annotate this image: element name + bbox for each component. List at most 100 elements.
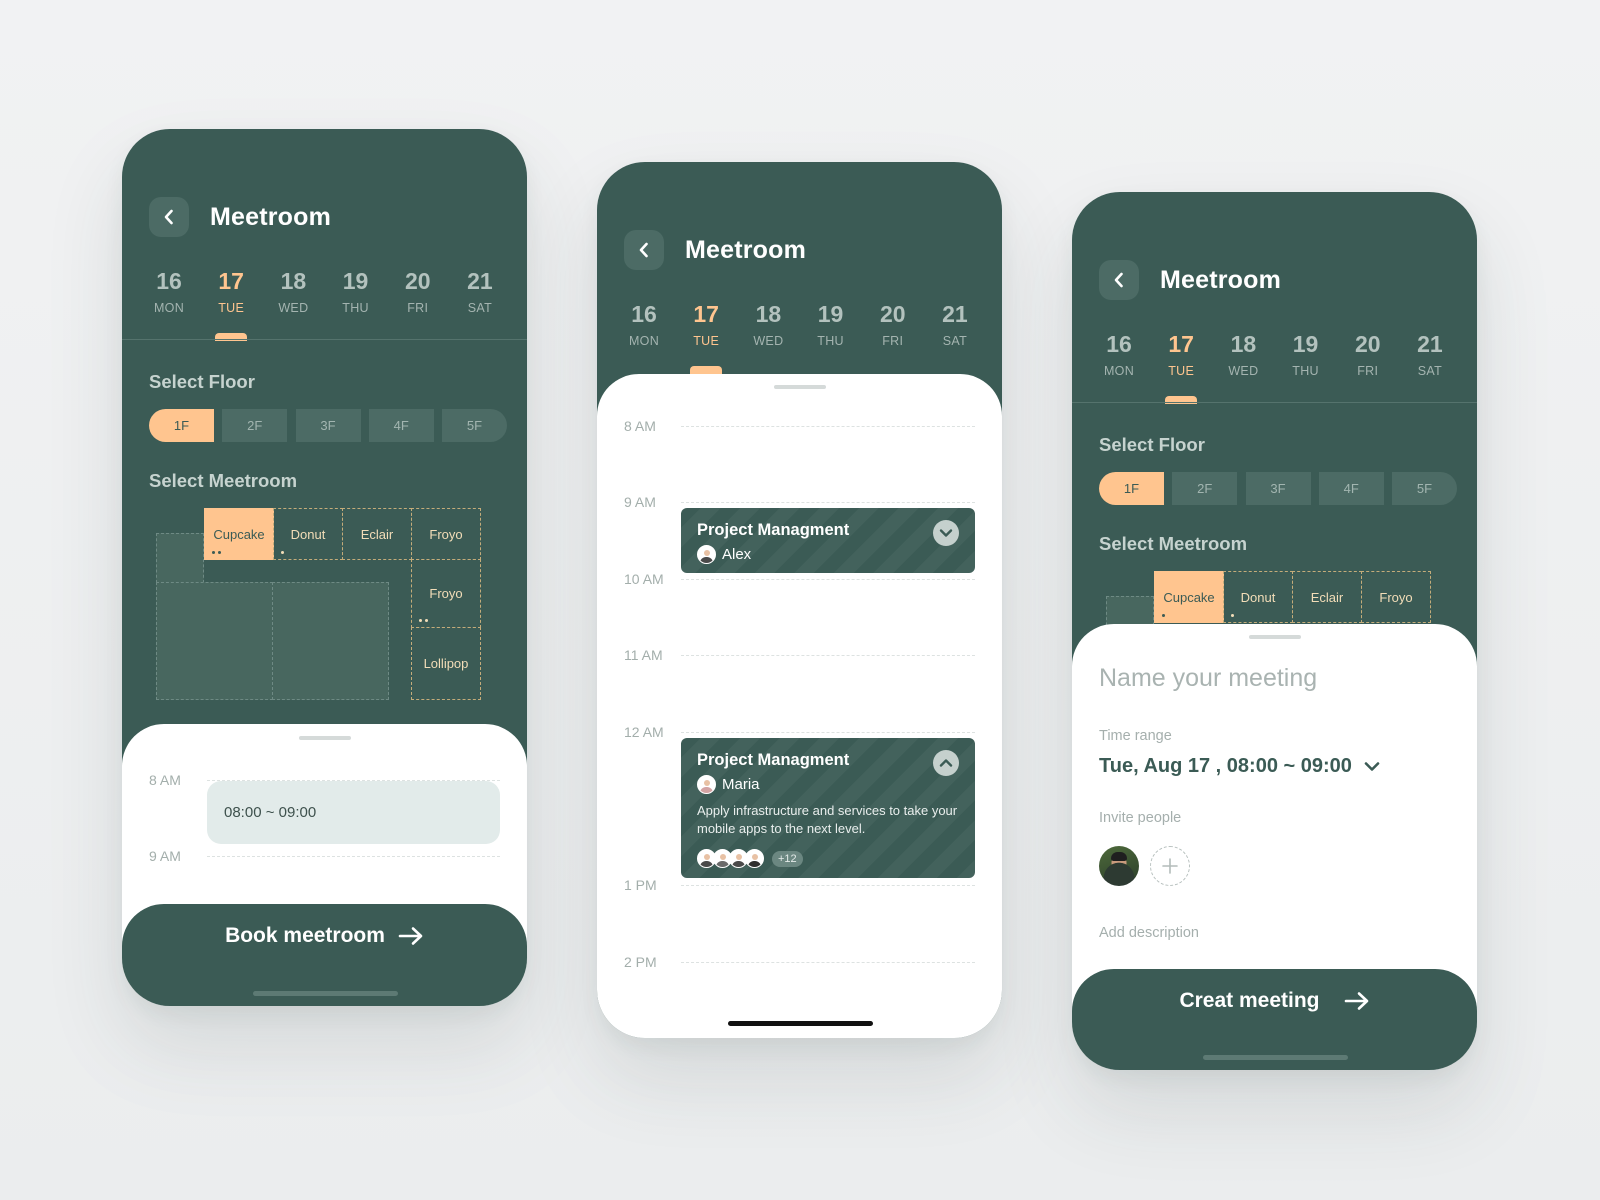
occupancy-dots — [212, 551, 221, 554]
add-person-button[interactable] — [1150, 846, 1190, 886]
sheet-grabber[interactable] — [773, 385, 826, 389]
time-gridline — [681, 655, 975, 656]
room-donut[interactable]: Donut — [273, 508, 343, 560]
day-number: 16 — [1106, 331, 1132, 357]
floor-2f[interactable]: 2F — [1172, 472, 1238, 505]
day-tue[interactable]: 17 TUE — [1150, 330, 1212, 404]
day-number: 16 — [631, 301, 657, 327]
divider — [122, 339, 527, 340]
room-donut[interactable]: Donut — [1223, 571, 1293, 623]
avatar[interactable] — [1099, 846, 1139, 886]
avatar — [697, 545, 716, 564]
back-button[interactable] — [149, 197, 189, 237]
day-number: 21 — [1417, 331, 1443, 357]
day-thu[interactable]: 19 THU — [325, 267, 387, 337]
day-tue[interactable]: 17 TUE — [675, 300, 737, 374]
day-sat[interactable]: 21 SAT — [924, 300, 986, 370]
event-card-collapsed[interactable]: Project Managment Alex — [681, 508, 975, 573]
floor-1f[interactable]: 1F — [1099, 472, 1164, 505]
phone-create-meeting: Meetroom 16 MON 17 TUE 18 WED 19 THU 20 FRI 2… — [1072, 192, 1477, 1070]
avatar — [697, 775, 716, 794]
floor-5f[interactable]: 5F — [442, 409, 507, 442]
arrow-right-icon — [398, 922, 424, 950]
home-indicator — [1202, 1055, 1348, 1060]
time-label: 11 AM — [624, 647, 663, 663]
day-mon[interactable]: 16 MON — [138, 267, 200, 337]
book-meetroom-button[interactable]: Book meetroom — [122, 904, 527, 1006]
app-title: Meetroom — [210, 202, 332, 231]
select-floor-title: Select Floor — [1099, 434, 1205, 455]
day-wed[interactable]: 18 WED — [262, 267, 324, 337]
sheet-grabber[interactable] — [1248, 635, 1301, 639]
expand-button[interactable] — [933, 520, 959, 546]
floor-3f[interactable]: 3F — [1245, 472, 1311, 505]
room-lollipop[interactable]: Lollipop — [411, 627, 481, 700]
day-tue[interactable]: 17 TUE — [200, 267, 262, 341]
floor-4f[interactable]: 4F — [368, 409, 434, 442]
floor-4f[interactable]: 4F — [1318, 472, 1384, 505]
day-fri[interactable]: 20 FRI — [1337, 330, 1399, 400]
floor-selector: 1F 2F 3F 4F 5F — [149, 409, 507, 442]
time-slot[interactable]: 08:00 ~ 09:00 — [207, 781, 500, 844]
day-thu[interactable]: 19 THU — [800, 300, 862, 370]
time-range-dropdown[interactable]: Tue, Aug 17 , 08:00 ~ 09:00 — [1099, 755, 1380, 778]
day-number: 21 — [942, 301, 968, 327]
sheet-grabber[interactable] — [298, 736, 351, 740]
day-fri[interactable]: 20 FRI — [387, 267, 449, 337]
time-gridline — [681, 962, 975, 963]
day-number: 18 — [755, 301, 782, 327]
time-gridline — [681, 426, 975, 427]
day-picker: 16 MON 17 TUE 18 WED 19 THU 20 FRI 21 SAT — [613, 300, 986, 374]
app-title: Meetroom — [685, 235, 807, 264]
header: Meetroom — [624, 230, 806, 270]
day-fri[interactable]: 20 FRI — [862, 300, 924, 370]
floor-3f[interactable]: 3F — [295, 409, 361, 442]
day-mon[interactable]: 16 MON — [1088, 330, 1150, 400]
floor-5f[interactable]: 5F — [1392, 472, 1457, 505]
occupancy-dots — [419, 619, 428, 622]
time-gridline — [207, 856, 500, 857]
weekday-label: WED — [278, 301, 309, 315]
day-number: 20 — [404, 268, 431, 294]
room-cupcake[interactable]: Cupcake — [1154, 571, 1224, 623]
room-label: Cupcake — [1163, 589, 1215, 605]
weekday-label: WED — [1228, 364, 1259, 378]
back-button[interactable] — [624, 230, 664, 270]
day-sat[interactable]: 21 SAT — [1399, 330, 1461, 400]
room-froyo[interactable]: Froyo — [1361, 571, 1431, 623]
room-cupcake[interactable]: Cupcake — [204, 508, 274, 560]
event-card-expanded[interactable]: Project Managment Maria Apply infrastruc… — [681, 738, 975, 878]
day-wed[interactable]: 18 WED — [737, 300, 799, 370]
time-label: 12 AM — [624, 724, 664, 740]
back-button[interactable] — [1099, 260, 1139, 300]
collapse-button[interactable] — [933, 750, 959, 776]
floor-2f[interactable]: 2F — [222, 409, 288, 442]
room-eclair[interactable]: Eclair — [1292, 571, 1362, 623]
room-eclair[interactable]: Eclair — [342, 508, 412, 560]
room-froyo[interactable]: Froyo — [411, 508, 481, 560]
weekday-label: FRI — [407, 301, 429, 315]
organizer-name: Maria — [722, 776, 760, 793]
weekday-label: SAT — [942, 334, 968, 348]
weekday-label: MON — [628, 334, 660, 348]
day-wed[interactable]: 18 WED — [1212, 330, 1274, 400]
time-label: 10 AM — [624, 571, 664, 587]
floor-1f[interactable]: 1F — [149, 409, 214, 442]
time-gridline — [681, 502, 975, 503]
event-description: Apply infrastructure and services to tak… — [697, 803, 958, 836]
invite-people-label: Invite people — [1099, 810, 1182, 826]
plan-zone — [272, 582, 389, 700]
time-label: 9 AM — [624, 494, 656, 510]
time-label: 1 PM — [624, 877, 657, 893]
occupancy-dots — [1231, 614, 1234, 617]
room-label: Donut — [290, 526, 326, 542]
room-froyo-2[interactable]: Froyo — [411, 559, 481, 628]
day-number: 20 — [1354, 331, 1381, 357]
day-mon[interactable]: 16 MON — [613, 300, 675, 370]
day-sat[interactable]: 21 SAT — [449, 267, 511, 337]
event-title: Project Managment — [697, 751, 850, 769]
create-meeting-button[interactable]: Creat meeting — [1072, 969, 1477, 1070]
add-description-input[interactable]: Add description — [1099, 925, 1199, 941]
day-thu[interactable]: 19 THU — [1275, 330, 1337, 400]
meeting-name-input[interactable]: Name your meeting — [1099, 664, 1317, 693]
